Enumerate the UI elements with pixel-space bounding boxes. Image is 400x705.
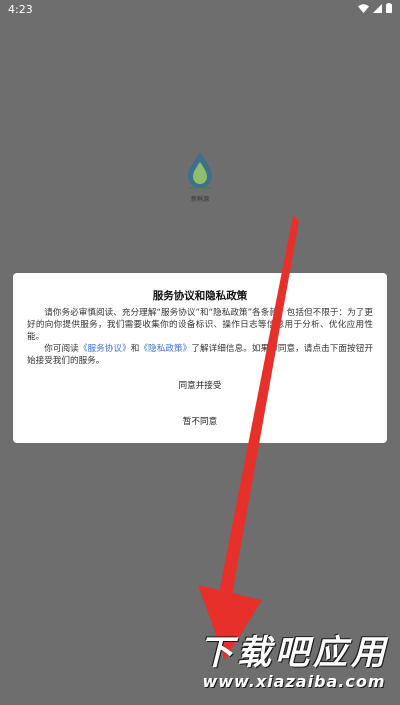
wifi-icon [358, 3, 369, 13]
app-logo-icon [188, 152, 212, 189]
signal-icon [373, 3, 382, 13]
disagree-button[interactable]: 暂不同意 [120, 411, 280, 433]
para2-prefix: 你可阅读 [44, 344, 79, 354]
watermark: 下载吧应用 www.xiazaiba.com [198, 633, 390, 691]
watermark-title: 下载吧应用 [199, 633, 389, 673]
terms-link[interactable]: 《服务协议》 [79, 344, 131, 354]
agree-button[interactable]: 同意并接受 [120, 375, 280, 397]
status-icons [358, 3, 392, 13]
watermark-url: www.xiazaiba.com [202, 672, 386, 691]
dialog-body: 请你务必审慎阅读、充分理解“服务协议”和“隐私政策”各条款，包括但不限于：为了更… [27, 307, 373, 367]
battery-icon [386, 3, 392, 13]
privacy-link[interactable]: 《隐私政策》 [139, 344, 191, 354]
dialog-paragraph-2: 你可阅读《服务协议》和《隐私政策》了解详细信息。如果你同意，请点击下面按钮开始接… [27, 343, 373, 367]
app-name: 新鲜源 [190, 196, 209, 203]
status-time: 4:23 [8, 3, 33, 16]
status-bar: 4:23 [0, 0, 400, 20]
dialog-title: 服务协议和隐私政策 [152, 290, 248, 302]
dialog-paragraph-1: 请你务必审慎阅读、充分理解“服务协议”和“隐私政策”各条款，包括但不限于：为了更… [27, 308, 373, 342]
